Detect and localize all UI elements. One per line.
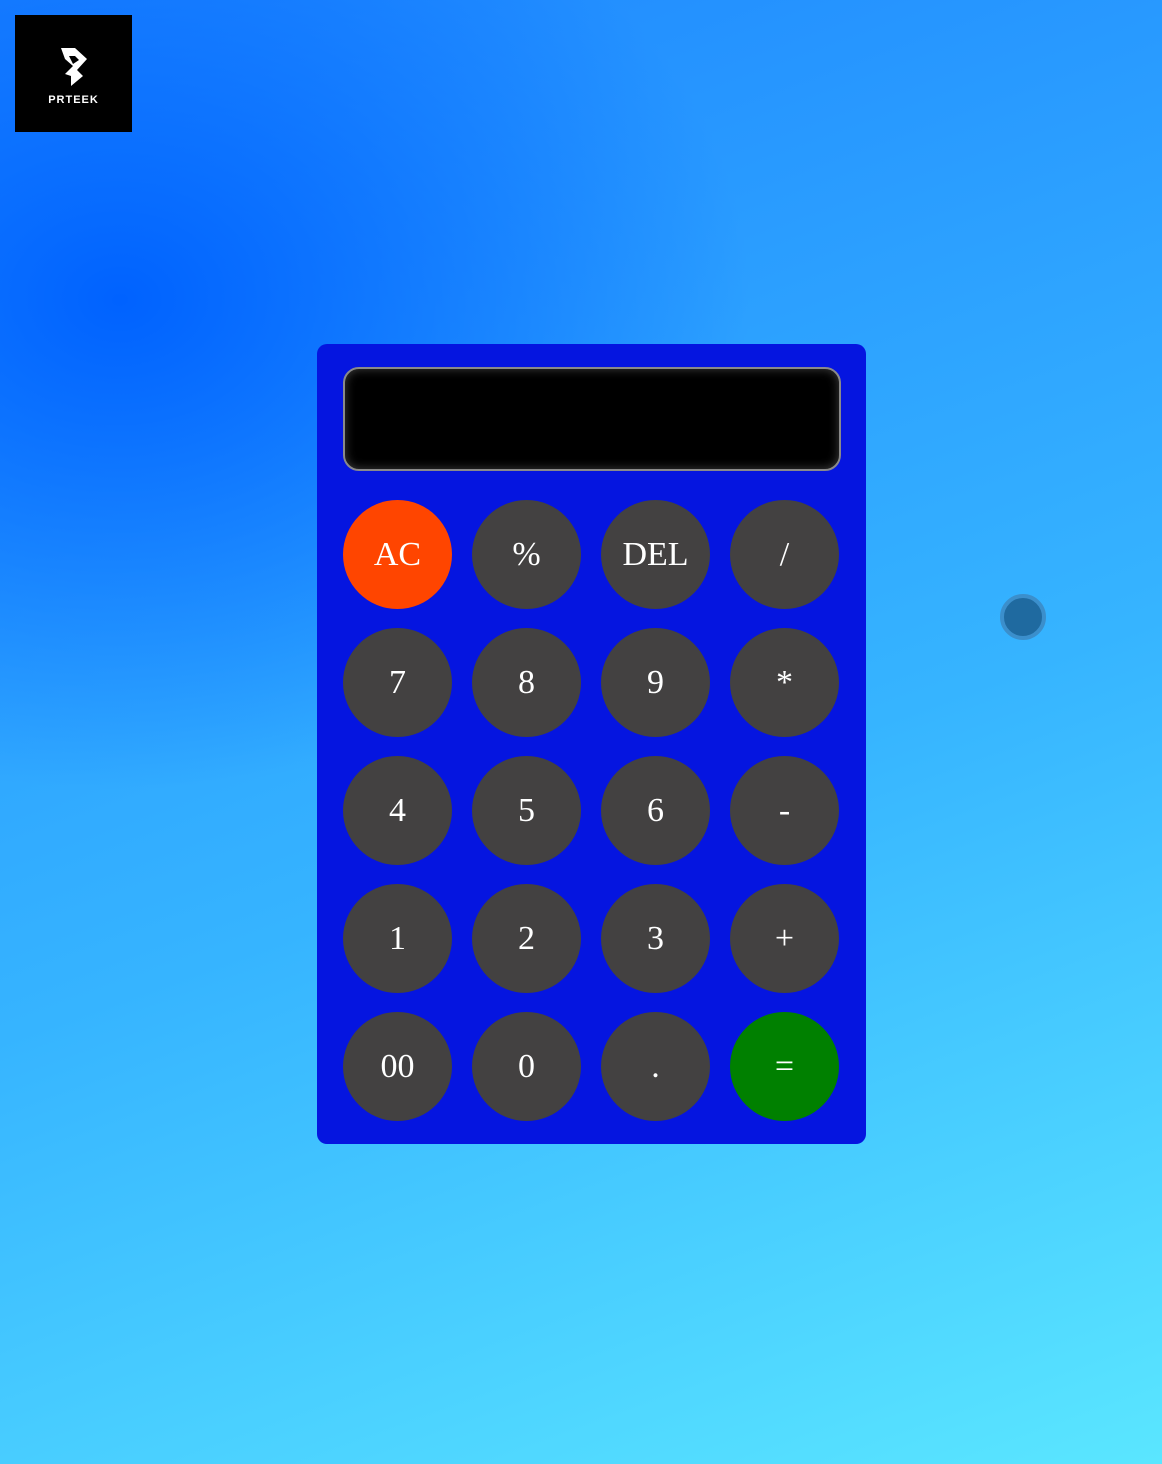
delete-button[interactable]: DEL xyxy=(601,500,710,609)
calculator-display[interactable] xyxy=(343,367,841,471)
digit-0-button[interactable]: 0 xyxy=(472,1012,581,1121)
digit-5-button[interactable]: 5 xyxy=(472,756,581,865)
digit-7-button[interactable]: 7 xyxy=(343,628,452,737)
digit-3-button[interactable]: 3 xyxy=(601,884,710,993)
logo-text: PRTEEK xyxy=(48,93,99,106)
subtract-button[interactable]: - xyxy=(730,756,839,865)
digit-1-button[interactable]: 1 xyxy=(343,884,452,993)
multiply-button[interactable]: * xyxy=(730,628,839,737)
divide-button[interactable]: / xyxy=(730,500,839,609)
decimal-button[interactable]: . xyxy=(601,1012,710,1121)
digit-2-button[interactable]: 2 xyxy=(472,884,581,993)
clear-button[interactable]: AC xyxy=(343,500,452,609)
double-zero-button[interactable]: 00 xyxy=(343,1012,452,1121)
digit-6-button[interactable]: 6 xyxy=(601,756,710,865)
percent-button[interactable]: % xyxy=(472,500,581,609)
add-button[interactable]: + xyxy=(730,884,839,993)
digit-8-button[interactable]: 8 xyxy=(472,628,581,737)
prteek-logo-icon xyxy=(60,47,87,86)
keypad: AC % DEL / 7 8 9 * 4 5 6 - 1 2 3 + 00 0 … xyxy=(343,500,839,1121)
equals-button[interactable]: = xyxy=(730,1012,839,1121)
digit-9-button[interactable]: 9 xyxy=(601,628,710,737)
calculator: AC % DEL / 7 8 9 * 4 5 6 - 1 2 3 + 00 0 … xyxy=(317,344,866,1144)
brand-logo: PRTEEK xyxy=(15,15,132,132)
digit-4-button[interactable]: 4 xyxy=(343,756,452,865)
cursor-indicator xyxy=(1000,594,1046,640)
